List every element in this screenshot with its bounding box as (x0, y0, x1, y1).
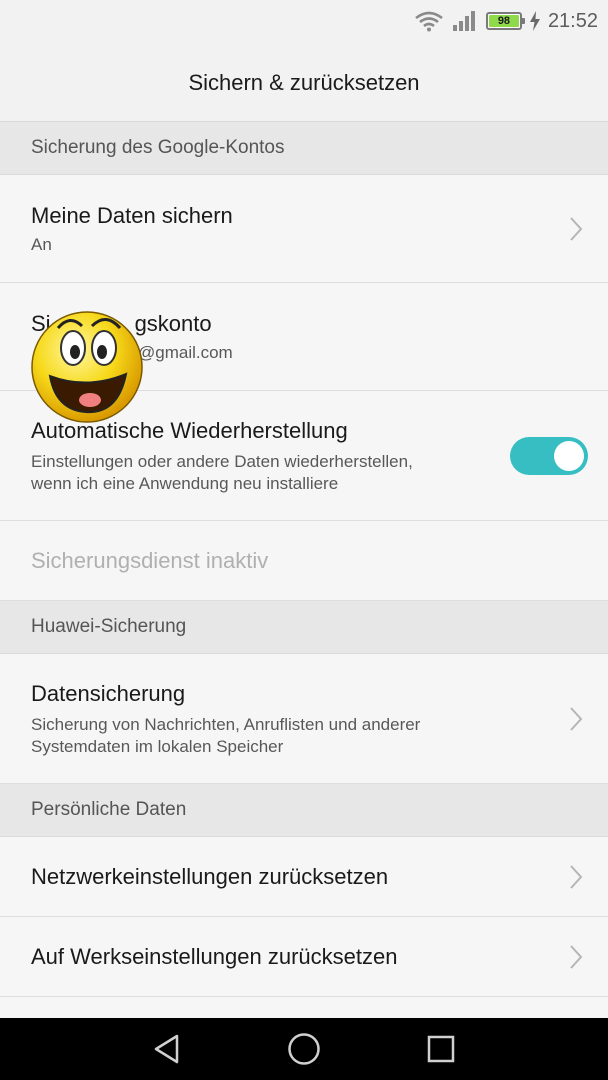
title-bar: Sichern & zurücksetzen (0, 44, 608, 122)
item-subtitle-line2: wenn ich eine Anwendung neu installiere (31, 473, 339, 493)
backup-service-inactive-item: Sicherungsdienst inaktiv (0, 521, 608, 601)
backup-my-data-item[interactable]: Meine Daten sichern An (0, 175, 608, 283)
chevron-right-icon (570, 216, 583, 241)
back-icon[interactable] (152, 1033, 182, 1065)
navigation-bar (0, 1018, 608, 1080)
section-header-personal: Persönliche Daten (0, 784, 608, 837)
item-title: Sicherungsdienst inaktiv (31, 547, 269, 573)
status-bar: 98 21:52 (0, 0, 608, 44)
recents-icon[interactable] (426, 1034, 456, 1064)
toggle-knob (554, 440, 584, 471)
section-header-huawei: Huawei-Sicherung (0, 601, 608, 654)
section-header-google: Sicherung des Google-Kontos (0, 122, 608, 175)
data-backup-item[interactable]: Datensicherung Sicherung von Nachrichten… (0, 654, 608, 784)
item-title: Netzwerkeinstellungen zurücksetzen (31, 863, 389, 889)
settings-list: Sicherung des Google-Kontos Meine Daten … (0, 122, 608, 997)
wifi-icon (415, 11, 443, 32)
charging-icon (529, 11, 540, 31)
chevron-right-icon (570, 864, 583, 889)
item-title: Auf Werkseinstellungen zurücksetzen (31, 943, 398, 969)
item-title: Datensicherung (31, 680, 186, 706)
signal-icon (452, 11, 475, 31)
smiley-emoji-icon (31, 311, 143, 423)
status-icons: 98 21:52 (414, 8, 598, 34)
chevron-right-icon (570, 944, 583, 969)
item-subtitle: An (31, 234, 52, 254)
item-title: Meine Daten sichern (31, 202, 233, 228)
item-subtitle-line1: Einstellungen oder andere Daten wiederhe… (31, 451, 413, 471)
home-icon[interactable] (287, 1032, 321, 1066)
battery-level: 98 (488, 15, 519, 27)
factory-reset-item[interactable]: Auf Werkseinstellungen zurücksetzen (0, 917, 608, 997)
clock: 21:52 (547, 9, 598, 32)
battery-icon: 98 (485, 12, 525, 30)
network-reset-item[interactable]: Netzwerkeinstellungen zurücksetzen (0, 837, 608, 917)
item-subtitle-line2: Systemdaten im lokalen Speicher (31, 736, 284, 756)
item-title-end: gskonto (134, 310, 212, 336)
item-subtitle-line1: Sicherung von Nachrichten, Anruflisten u… (31, 714, 421, 734)
chevron-right-icon (570, 706, 583, 731)
page-title: Sichern & zurücksetzen (188, 69, 420, 95)
auto-restore-toggle[interactable] (510, 436, 588, 475)
